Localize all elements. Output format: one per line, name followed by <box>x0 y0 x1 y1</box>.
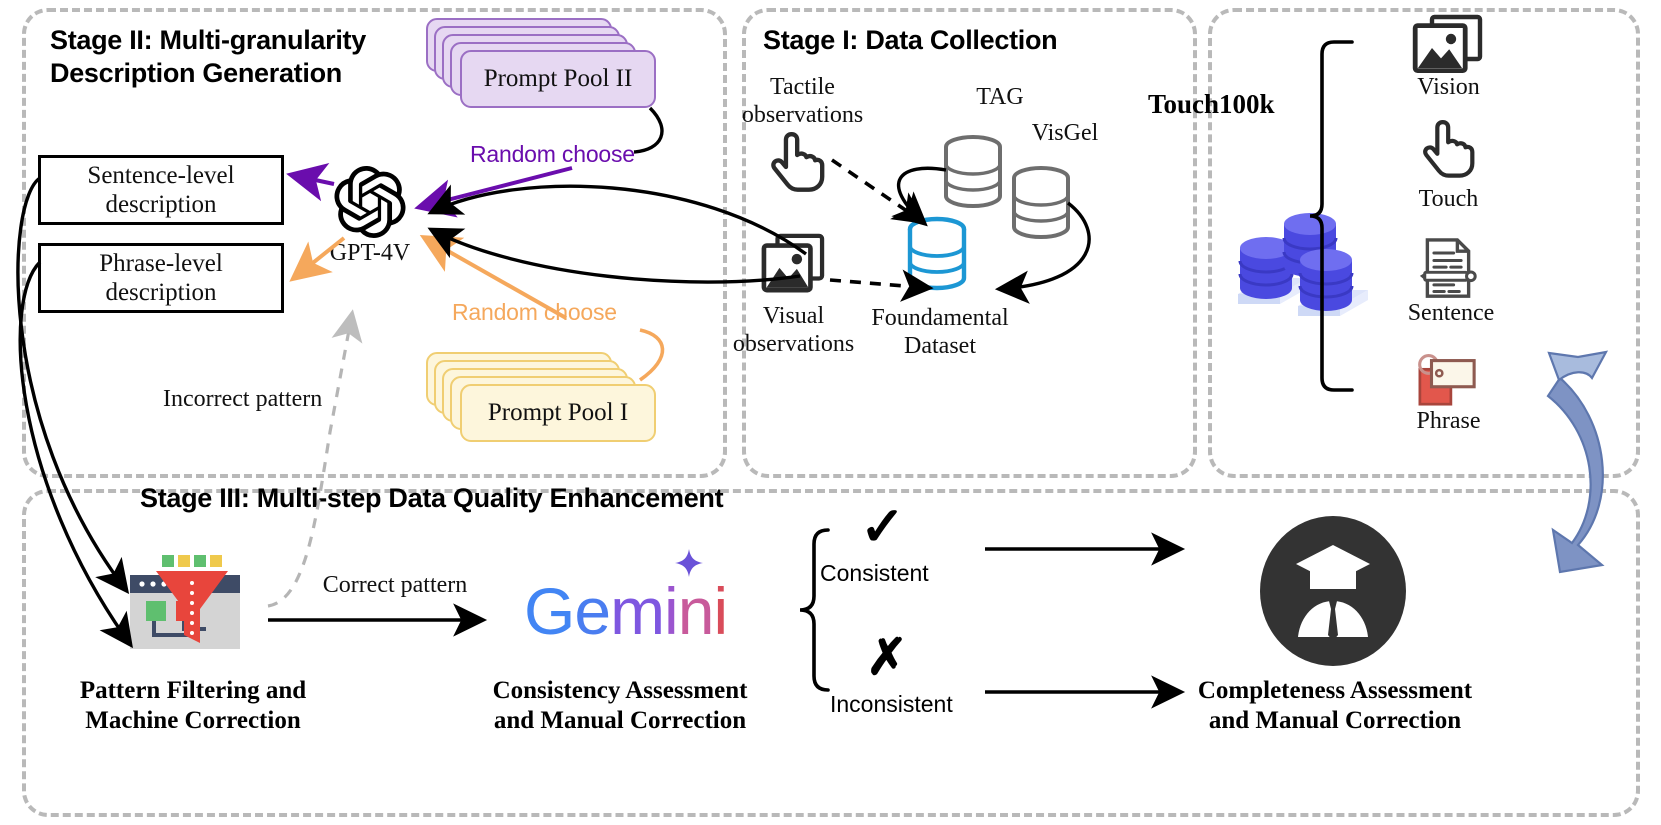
curve-dataset-to-gpt4v-upper <box>427 184 808 256</box>
modality-brace <box>1309 40 1354 392</box>
arrow-random-choose-orange-to-gpt4v <box>419 235 567 320</box>
connector-overlay <box>16 40 1609 709</box>
consistency-brace <box>799 528 830 692</box>
pool1-curve <box>638 328 665 382</box>
pool2-curve <box>633 106 664 154</box>
dashed-tactile-to-foundational <box>830 158 926 225</box>
dashed-visual-to-foundational <box>829 269 934 302</box>
arrow-gpt4v-to-sentence-box <box>286 162 335 202</box>
curve-phrase-box-to-filter <box>18 260 133 649</box>
arrow-visgel-to-foundational <box>994 201 1091 304</box>
arrow-tag-to-foundational <box>891 166 947 227</box>
feedback-loop-arrow <box>1546 350 1609 574</box>
dashed-incorrect-pattern-path <box>267 309 363 608</box>
arrow-gpt4v-to-phrase-box <box>289 236 346 282</box>
curve-sentence-box-to-filter <box>16 176 130 595</box>
